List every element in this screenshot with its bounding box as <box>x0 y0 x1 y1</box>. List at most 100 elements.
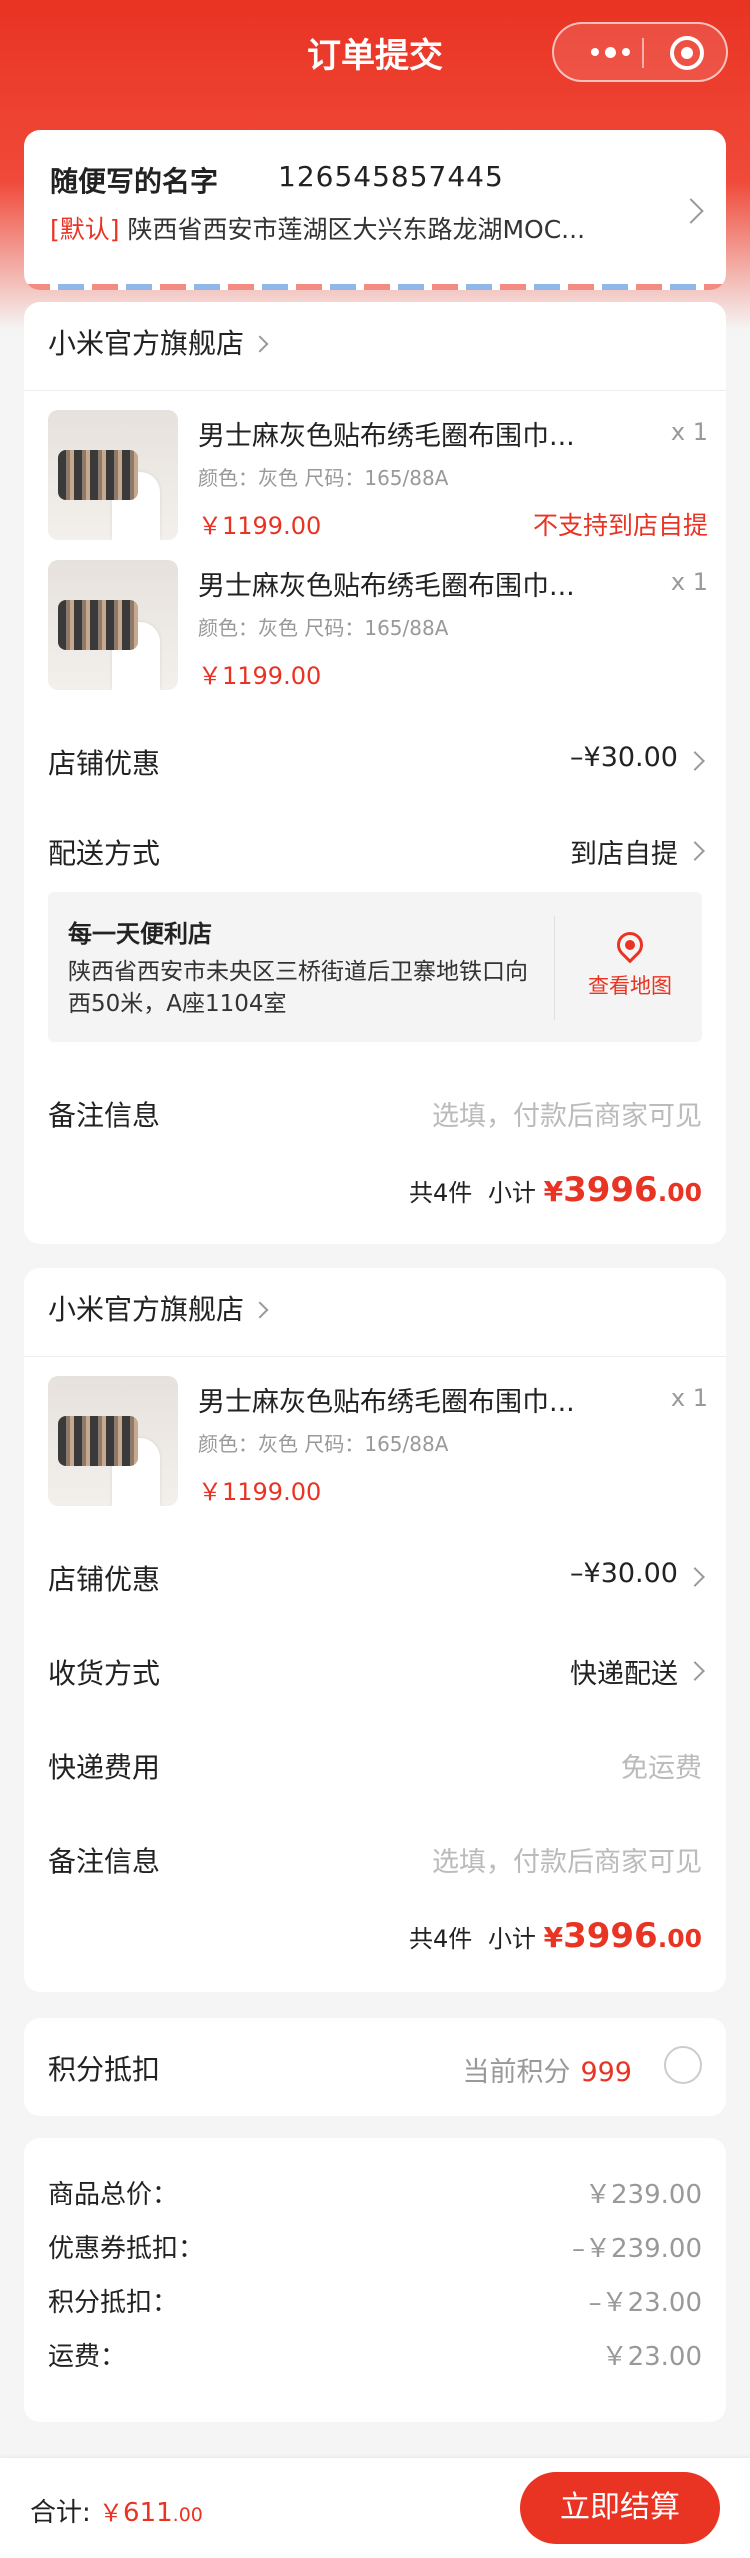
product-name: 男士麻灰色贴布绣毛圈布围巾... <box>198 571 575 602</box>
subtotal-label: 小计 <box>487 1179 536 1207</box>
price-summary-card: 商品总价： ￥239.00 优惠券抵扣： –￥239.00 积分抵扣： –￥23… <box>24 2138 726 2422</box>
product-qty: x 1 <box>670 568 708 596</box>
summary-value: –￥239.00 <box>572 2234 702 2264</box>
chevron-right-icon <box>685 751 705 771</box>
total-amount: 611 <box>123 2498 173 2528</box>
delivery-method-label: 配送方式 <box>48 837 161 870</box>
address-card[interactable]: 随便写的名字 126545857445 [默认] 陕西省西安市莲湖区大兴东路龙湖… <box>24 130 726 290</box>
delivery-method-value: 快递配送 <box>570 1659 678 1690</box>
chevron-right-icon <box>685 841 705 861</box>
more-icon[interactable] <box>580 39 640 65</box>
summary-row: 优惠券抵扣： –￥239.00 <box>48 2228 702 2268</box>
capsule-divider <box>642 38 644 68</box>
order-total: 合计: ￥611.00 <box>30 2492 203 2529</box>
points-label: 积分抵扣 <box>48 2053 161 2086</box>
view-map-button[interactable]: 查看地图 <box>558 926 702 1000</box>
chevron-right-icon <box>251 1301 269 1319</box>
remark-row[interactable]: 备注信息 选填，付款后商家可见 <box>48 1832 702 1882</box>
product-qty: x 1 <box>670 1384 708 1412</box>
shipping-fee-row: 快递费用 免运费 <box>48 1738 702 1788</box>
subtotal-decimal: .00 <box>657 1924 702 1953</box>
location-pin-icon <box>611 926 649 964</box>
product-attr: 颜色：灰色 尺码：165/88A <box>198 1432 449 1456</box>
subtotal-decimal: .00 <box>657 1178 702 1207</box>
goods-item[interactable]: 男士麻灰色贴布绣毛圈布围巾... x 1 颜色：灰色 尺码：165/88A ￥1… <box>48 560 708 690</box>
summary-label: 积分抵扣： <box>48 2288 179 2318</box>
summary-label: 优惠券抵扣： <box>48 2234 205 2264</box>
remark-row[interactable]: 备注信息 选填，付款后商家可见 <box>48 1086 702 1136</box>
product-attr: 颜色：灰色 尺码：165/88A <box>198 466 449 490</box>
product-price: ￥1199.00 <box>198 1478 322 1506</box>
address-detail: 陕西省西安市莲湖区大兴东路龙湖MOC... <box>127 215 586 244</box>
summary-row: 商品总价： ￥239.00 <box>48 2174 702 2214</box>
mini-program-capsule <box>552 22 728 82</box>
delivery-method-value: 到店自提 <box>570 839 678 870</box>
store-subtotal: 共4件 小计 ¥3996.00 <box>409 1170 702 1210</box>
product-image <box>48 410 178 540</box>
subtotal-amount: 3996 <box>563 1170 658 1210</box>
address-line: [默认] 陕西省西安市莲湖区大兴东路龙湖MOC... <box>50 210 585 246</box>
store-name[interactable]: 小米官方旗舰店 <box>48 1288 269 1328</box>
delivery-method-row[interactable]: 配送方式 到店自提 <box>48 824 705 874</box>
summary-value: ￥239.00 <box>585 2180 702 2210</box>
shipping-fee-value: 免运费 <box>621 1753 702 1784</box>
remark-input[interactable]: 选填，付款后商家可见 <box>432 1094 702 1133</box>
store-subtotal: 共4件 小计 ¥3996.00 <box>409 1916 702 1956</box>
store-discount-value: –¥30.00 <box>570 742 678 773</box>
chevron-right-icon <box>685 1661 705 1681</box>
pickup-unsupported-notice: 不支持到店自提 <box>532 511 708 540</box>
chevron-right-icon <box>685 1567 705 1587</box>
store-discount-row[interactable]: 店铺优惠 –¥30.00 <box>48 1550 705 1600</box>
store-name[interactable]: 小米官方旗舰店 <box>48 322 269 362</box>
shipping-fee-label: 快递费用 <box>48 1751 161 1784</box>
divider <box>554 916 555 1020</box>
total-decimal: .00 <box>172 2504 203 2526</box>
summary-row: 积分抵扣： –￥23.00 <box>48 2282 702 2322</box>
product-price: ￥1199.00 <box>198 662 322 690</box>
store-name-label: 小米官方旗舰店 <box>48 327 245 360</box>
store-card: 小米官方旗舰店 男士麻灰色贴布绣毛圈布围巾... x 1 颜色：灰色 尺码：16… <box>24 302 726 1244</box>
envelope-stripe <box>24 284 726 290</box>
summary-value: ￥23.00 <box>601 2342 702 2372</box>
points-card[interactable]: 积分抵扣 当前积分 999 <box>24 2018 726 2116</box>
summary-label: 运费： <box>48 2342 127 2372</box>
goods-item[interactable]: 男士麻灰色贴布绣毛圈布围巾... x 1 颜色：灰色 尺码：165/88A ￥1… <box>48 410 708 540</box>
store-discount-label: 店铺优惠 <box>48 747 161 780</box>
product-qty: x 1 <box>670 418 708 446</box>
delivery-method-label: 收货方式 <box>48 1657 161 1690</box>
chevron-right-icon <box>251 335 269 353</box>
divider <box>24 390 726 391</box>
summary-label: 商品总价： <box>48 2180 179 2210</box>
store-discount-label: 店铺优惠 <box>48 1563 161 1596</box>
product-price: ￥1199.00 <box>198 512 322 540</box>
remark-label: 备注信息 <box>48 1845 161 1878</box>
receiver-phone: 126545857445 <box>278 160 504 193</box>
product-name: 男士麻灰色贴布绣毛圈布围巾... <box>198 421 575 452</box>
close-target-icon[interactable] <box>670 36 704 70</box>
checkout-button[interactable]: 立即结算 <box>520 2472 720 2544</box>
current-points-value: 999 <box>580 2057 632 2088</box>
checkout-bar: 合计: ￥611.00 立即结算 <box>0 2458 750 2558</box>
remark-input[interactable]: 选填，付款后商家可见 <box>432 1840 702 1879</box>
product-attr: 颜色：灰色 尺码：165/88A <box>198 616 449 640</box>
product-name: 男士麻灰色贴布绣毛圈布围巾... <box>198 1387 575 1418</box>
summary-value: –￥23.00 <box>588 2288 702 2318</box>
points-radio[interactable] <box>664 2046 702 2084</box>
product-image <box>48 560 178 690</box>
divider <box>24 1356 726 1357</box>
store-card: 小米官方旗舰店 男士麻灰色贴布绣毛圈布围巾... x 1 颜色：灰色 尺码：16… <box>24 1268 726 1992</box>
current-points-label: 当前积分 <box>462 2057 571 2088</box>
store-discount-row[interactable]: 店铺优惠 –¥30.00 <box>48 734 705 784</box>
chevron-right-icon <box>678 198 704 224</box>
top-bar: 订单提交 <box>0 0 750 100</box>
subtotal-amount: 3996 <box>563 1916 658 1956</box>
view-map-label: 查看地图 <box>588 974 672 998</box>
goods-item[interactable]: 男士麻灰色贴布绣毛圈布围巾... x 1 颜色：灰色 尺码：165/88A ￥1… <box>48 1376 708 1506</box>
delivery-method-row[interactable]: 收货方式 快递配送 <box>48 1644 705 1694</box>
default-tag: [默认] <box>50 215 120 244</box>
remark-label: 备注信息 <box>48 1099 161 1132</box>
pickup-store-box[interactable]: 每一天便利店 陕西省西安市未央区三桥街道后卫寨地铁口向西50米，A座1104室 … <box>48 892 702 1042</box>
subtotal-currency: ¥ <box>543 1175 564 1208</box>
product-image <box>48 1376 178 1506</box>
total-label: 合计: <box>30 2498 91 2528</box>
